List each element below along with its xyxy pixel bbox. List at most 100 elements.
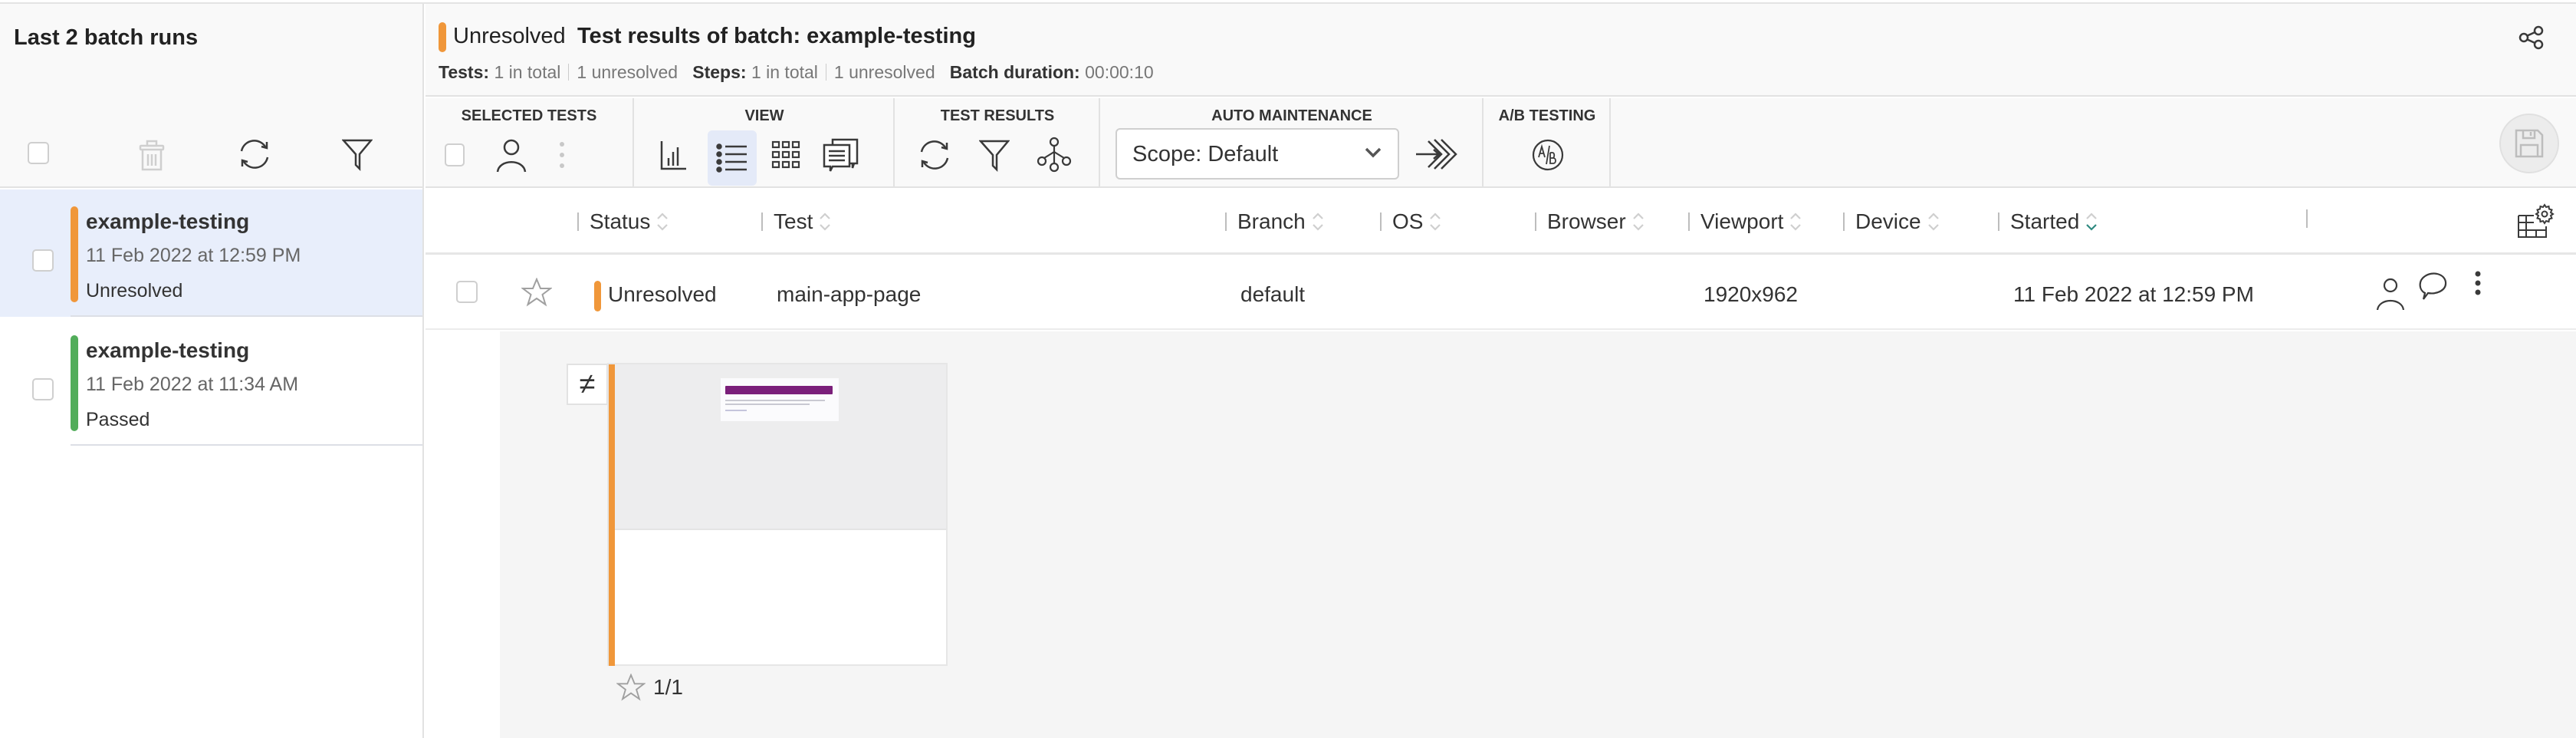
- refresh-batches-button[interactable]: [238, 137, 271, 171]
- column-divider[interactable]: [1225, 213, 1227, 231]
- assign-user-button[interactable]: [491, 135, 531, 175]
- row-checkbox[interactable]: [456, 281, 478, 303]
- column-header-started[interactable]: Started: [1998, 209, 2098, 234]
- group-label: AUTO MAINTENANCE: [1211, 107, 1372, 124]
- view-list-button[interactable]: [708, 130, 757, 186]
- tests-total: 1 in total: [494, 62, 561, 82]
- column-divider[interactable]: [1688, 213, 1690, 231]
- ab-testing-button[interactable]: [1528, 135, 1568, 175]
- batch-checkbox[interactable]: [32, 249, 54, 272]
- column-divider[interactable]: [1535, 213, 1536, 231]
- status-indicator-unresolved: [439, 22, 446, 52]
- save-button[interactable]: [2499, 114, 2559, 173]
- column-header-viewport[interactable]: Viewport: [1688, 209, 1802, 234]
- divider: [71, 444, 422, 446]
- screenshot-content: [721, 378, 839, 421]
- batch-header: Unresolved Test results of batch: exampl…: [426, 4, 2576, 97]
- tests-label: Tests:: [439, 62, 490, 82]
- column-divider[interactable]: [761, 213, 763, 231]
- toolbar-group-view: VIEW: [636, 98, 895, 186]
- select-all-tests-checkbox[interactable]: [435, 135, 475, 175]
- column-divider[interactable]: [2306, 209, 2308, 228]
- view-chart-button[interactable]: [654, 135, 694, 175]
- save-icon: [2515, 129, 2544, 158]
- assign-user-button[interactable]: [2375, 276, 2406, 310]
- sort-icon: [657, 213, 669, 231]
- column-header-branch[interactable]: Branch: [1225, 209, 1324, 234]
- screenshot-banner: [725, 386, 833, 394]
- status-indicator-unresolved: [594, 281, 601, 311]
- screenshot-text-line: [725, 400, 825, 401]
- filter-results-button[interactable]: [974, 135, 1014, 175]
- chevron-down-icon: [1364, 147, 1382, 159]
- group-by-button[interactable]: [1034, 135, 1074, 175]
- group-label: VIEW: [744, 107, 784, 124]
- scope-dropdown[interactable]: Scope: Default: [1116, 128, 1399, 180]
- view-comments-button[interactable]: [821, 135, 861, 175]
- divider: [71, 315, 422, 317]
- batch-duration: 00:00:10: [1085, 62, 1154, 82]
- refresh-icon: [920, 140, 949, 170]
- table-settings-icon: [2518, 203, 2555, 238]
- sidebar-title: Last 2 batch runs: [14, 25, 199, 50]
- status-indicator-unresolved: [71, 206, 78, 302]
- comment-icon: [2419, 272, 2447, 300]
- step-thumbnail[interactable]: [607, 363, 948, 666]
- select-all-batches-checkbox[interactable]: [28, 142, 49, 164]
- column-label: Test: [774, 209, 813, 233]
- auto-maintenance-apply-button[interactable]: [1413, 135, 1459, 173]
- duration-label: Batch duration:: [949, 62, 1080, 82]
- sidebar-header: Last 2 batch runs: [0, 4, 422, 188]
- trash-icon: [139, 140, 165, 171]
- batch-checkbox[interactable]: [32, 378, 54, 400]
- column-header-test[interactable]: Test: [761, 209, 831, 234]
- column-header-actions: [2306, 209, 2318, 228]
- status-indicator-unresolved: [609, 364, 615, 666]
- share-button[interactable]: [2518, 25, 2545, 50]
- star-icon: [521, 278, 552, 307]
- cell-status: Unresolved: [608, 282, 717, 306]
- cell-started: 11 Feb 2022 at 12:59 PM: [2013, 282, 2254, 306]
- column-header-os[interactable]: OS: [1380, 209, 1441, 234]
- filter-icon: [342, 139, 373, 171]
- batch-date: 11 Feb 2022 at 11:34 AM: [86, 374, 299, 395]
- cell-test[interactable]: main-app-page: [777, 282, 921, 307]
- toolbar-group-ab-testing: A/B TESTING: [1485, 98, 1611, 186]
- column-header-status[interactable]: Status: [577, 209, 669, 234]
- screenshot-text-line: [725, 404, 810, 405]
- column-label: OS: [1392, 209, 1424, 233]
- column-label: Device: [1855, 209, 1921, 233]
- refresh-results-button[interactable]: [915, 135, 955, 175]
- batch-status: Unresolved: [453, 24, 566, 48]
- row-more-actions-button[interactable]: [2474, 270, 2482, 301]
- sort-icon: [1632, 213, 1644, 231]
- screenshot-preview: [615, 364, 946, 530]
- comments-icon: [823, 138, 859, 172]
- batch-list-item[interactable]: example-testing 11 Feb 2022 at 12:59 PM …: [0, 189, 422, 317]
- steps-label: Steps:: [692, 62, 747, 82]
- bar-chart-icon: [660, 141, 686, 170]
- batch-list-item[interactable]: example-testing 11 Feb 2022 at 11:34 AM …: [0, 318, 422, 446]
- sort-icon: [1790, 213, 1802, 231]
- user-icon: [2376, 278, 2405, 310]
- add-comment-button[interactable]: [2417, 270, 2448, 302]
- batch-name: example-testing: [86, 209, 250, 233]
- batch-runs-sidebar: Last 2 batch runs example-testing 11 Feb…: [0, 4, 424, 738]
- star-button[interactable]: [521, 278, 552, 307]
- delete-batches-button[interactable]: [138, 137, 166, 174]
- more-actions-button[interactable]: [542, 135, 582, 175]
- step-star-button[interactable]: [616, 674, 646, 701]
- column-divider[interactable]: [577, 213, 579, 231]
- column-divider[interactable]: [1843, 213, 1845, 231]
- batch-stats: Tests: 1 in total 1 unresolved Steps: 1 i…: [439, 62, 1154, 83]
- column-divider[interactable]: [1380, 213, 1382, 231]
- column-header-browser[interactable]: Browser: [1535, 209, 1644, 234]
- view-grid-button[interactable]: [766, 135, 806, 175]
- column-settings-button[interactable]: [2517, 203, 2555, 239]
- column-divider[interactable]: [1998, 213, 1999, 231]
- filter-batches-button[interactable]: [342, 137, 373, 171]
- column-header-device[interactable]: Device: [1843, 209, 1940, 234]
- column-label: Status: [590, 209, 651, 233]
- share-icon: [2518, 25, 2544, 50]
- table-row[interactable]: Unresolved main-app-page default 1920x96…: [426, 255, 2576, 330]
